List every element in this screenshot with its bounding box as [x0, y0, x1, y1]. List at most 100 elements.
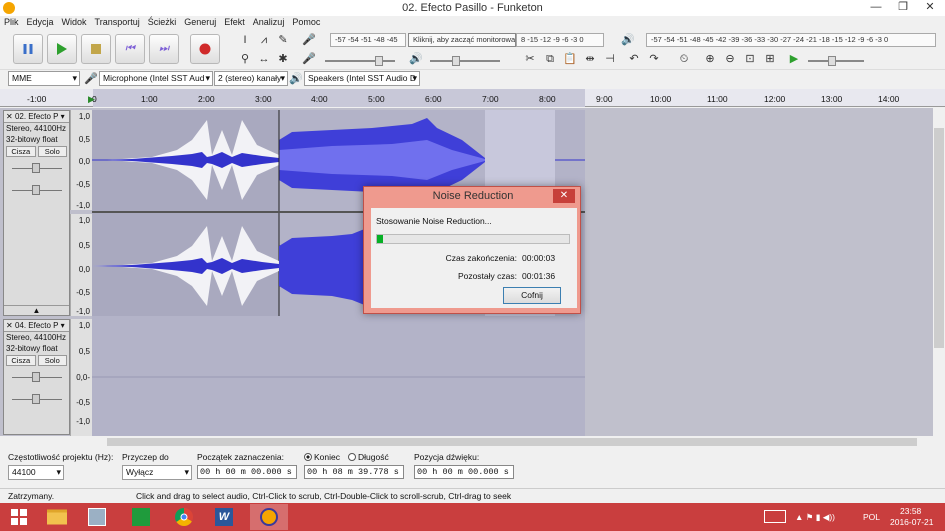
- close-track-icon[interactable]: ✕: [6, 112, 13, 121]
- pause-button[interactable]: [13, 34, 43, 64]
- skip-end-button[interactable]: ⏭: [149, 34, 179, 64]
- project-rate-label: Częstotliwość projektu (Hz):: [8, 452, 114, 462]
- input-volume-slider[interactable]: [325, 56, 395, 66]
- sync-lock-icon[interactable]: ⏲: [676, 51, 692, 67]
- skip-start-button[interactable]: ⏮: [115, 34, 145, 64]
- scale-label: -0,5: [76, 398, 90, 407]
- close-window-button[interactable]: ✕: [917, 0, 943, 16]
- waveform-track-2[interactable]: [92, 319, 585, 436]
- channels-select[interactable]: 2 (stereo) kanały: [214, 71, 288, 86]
- length-radio-dot: [348, 453, 356, 461]
- minimize-button[interactable]: —: [863, 0, 889, 16]
- ruler-tick: -1:00: [27, 94, 47, 104]
- playback-device-select[interactable]: Speakers (Intel SST Audio D: [304, 71, 420, 86]
- menu-edycja[interactable]: Edycja: [23, 16, 58, 29]
- window-title: 02. Efecto Pasillo - Funketon: [402, 2, 543, 14]
- word-icon[interactable]: W: [205, 504, 243, 530]
- multi-tool-icon[interactable]: ✱: [275, 51, 291, 67]
- paste-icon[interactable]: 📋: [562, 51, 578, 67]
- close-track-icon[interactable]: ✕: [6, 321, 13, 330]
- menu-transportuj[interactable]: Transportuj: [91, 16, 144, 29]
- project-rate-select[interactable]: 44100: [8, 465, 64, 480]
- cut-icon[interactable]: ✂: [522, 51, 538, 67]
- snap-to-select[interactable]: Wyłącz: [122, 465, 192, 480]
- draw-tool-icon[interactable]: ✎: [275, 32, 291, 48]
- end-radio[interactable]: Koniec: [304, 452, 340, 462]
- undo-icon[interactable]: ↶: [626, 51, 642, 67]
- tray-icons[interactable]: ▲ ⚑ ▮ ◀)): [795, 512, 835, 523]
- solo-button[interactable]: Solo: [37, 355, 67, 366]
- input-volume-icon: 🎤: [302, 53, 316, 65]
- scale-label: -0,5: [76, 180, 90, 189]
- file-explorer-icon[interactable]: [38, 504, 76, 530]
- menu-sciezki[interactable]: Ścieżki: [144, 16, 181, 29]
- dialog-close-button[interactable]: ✕: [553, 189, 575, 203]
- play-at-speed-icon[interactable]: ▶: [786, 51, 802, 67]
- record-button[interactable]: [190, 34, 220, 64]
- audio-position-field[interactable]: 00 h 00 m 00.000 s: [414, 465, 514, 479]
- copy-icon[interactable]: ⧉: [542, 51, 558, 67]
- vertical-scale[interactable]: 1,0 0,5 0,0- -0,5 -1,0: [70, 319, 92, 436]
- track-name-menu[interactable]: ✕ 02. Efecto P ▾: [4, 111, 69, 123]
- cancel-button[interactable]: Cofnij: [503, 287, 561, 304]
- track-control-panel: ✕ 02. Efecto P ▾ Stereo, 44100Hz 32-bito…: [3, 110, 70, 316]
- menu-efekt[interactable]: Efekt: [220, 16, 249, 29]
- play-speed-slider[interactable]: [808, 56, 864, 66]
- audio-host-select[interactable]: MME: [8, 71, 80, 86]
- mute-button[interactable]: Cisza: [6, 355, 36, 366]
- stop-button[interactable]: [81, 34, 111, 64]
- dialog-body: Stosowanie Noise Reduction... Czas zakoń…: [371, 208, 577, 308]
- clock-time[interactable]: 23:58: [900, 506, 921, 516]
- gain-slider[interactable]: [4, 158, 69, 180]
- solo-button[interactable]: Solo: [37, 146, 67, 157]
- language-indicator[interactable]: POL: [863, 512, 880, 522]
- monitor-toggle[interactable]: Kliknij, aby zacząć monitorować: [408, 33, 516, 47]
- zoom-out-icon[interactable]: ⊖: [722, 51, 738, 67]
- horizontal-scrollbar[interactable]: [93, 436, 933, 448]
- track-name-menu[interactable]: ✕ 04. Efecto P ▾: [4, 320, 69, 332]
- ruler-tick: 1:00: [141, 94, 158, 104]
- redo-icon[interactable]: ↷: [646, 51, 662, 67]
- recording-device-select[interactable]: Microphone (Intel SST Aud: [99, 71, 213, 86]
- pan-slider[interactable]: [4, 389, 69, 411]
- timeline-ruler[interactable]: -1:00 0 1:00 2:00 3:00 4:00 5:00 6:00 7:…: [0, 89, 945, 107]
- audacity-taskbar-icon[interactable]: [250, 504, 288, 530]
- fit-selection-icon[interactable]: ⊡: [742, 51, 758, 67]
- envelope-tool-icon[interactable]: ⩘: [256, 32, 272, 48]
- empty-timeline[interactable]: [585, 108, 933, 436]
- selection-start-field[interactable]: 00 h 00 m 00.000 s: [197, 465, 297, 479]
- mute-button[interactable]: Cisza: [6, 146, 36, 157]
- gain-slider[interactable]: [4, 367, 69, 389]
- zoom-in-icon[interactable]: ⊕: [702, 51, 718, 67]
- store-icon[interactable]: [122, 504, 160, 530]
- control-panel-icon[interactable]: [78, 504, 116, 530]
- maximize-button[interactable]: ❐: [890, 0, 916, 16]
- fit-project-icon[interactable]: ⊞: [762, 51, 778, 67]
- collapse-track-icon[interactable]: ▲: [4, 305, 69, 315]
- vertical-scrollbar[interactable]: [933, 108, 945, 436]
- menu-generuj[interactable]: Generuj: [180, 16, 220, 29]
- length-radio[interactable]: Długość: [348, 452, 389, 462]
- menu-widok[interactable]: Widok: [58, 16, 91, 29]
- status-bar: Zatrzymany. Click and drag to select aud…: [0, 488, 945, 503]
- play-button[interactable]: [47, 34, 77, 64]
- vertical-scale[interactable]: 1,0 0,5 0,0 -0,5 -1,0: [70, 110, 92, 210]
- trim-icon[interactable]: ⇹: [582, 51, 598, 67]
- scale-label: -0,5: [76, 288, 90, 297]
- clock-date[interactable]: 2016-07-21: [890, 517, 933, 527]
- menu-plik[interactable]: Plik: [0, 16, 23, 29]
- menu-pomoc[interactable]: Pomoc: [288, 16, 324, 29]
- pan-slider[interactable]: [4, 180, 69, 202]
- selection-tool-icon[interactable]: I: [237, 32, 253, 48]
- silence-icon[interactable]: ⊣: [602, 51, 618, 67]
- selection-end-field[interactable]: 00 h 08 m 39.778 s: [304, 465, 404, 479]
- output-volume-slider[interactable]: [430, 56, 500, 66]
- chrome-icon[interactable]: [165, 504, 203, 530]
- vertical-scale[interactable]: 1,0 0,5 0,0 -0,5 -1,0: [70, 214, 92, 316]
- menu-analizuj[interactable]: Analizuj: [249, 16, 289, 29]
- zoom-tool-icon[interactable]: ⚲: [237, 51, 253, 67]
- timeshift-tool-icon[interactable]: ↔: [256, 51, 272, 67]
- start-button[interactable]: [0, 504, 38, 530]
- progress-fill: [377, 235, 383, 243]
- keyboard-icon[interactable]: [764, 510, 786, 523]
